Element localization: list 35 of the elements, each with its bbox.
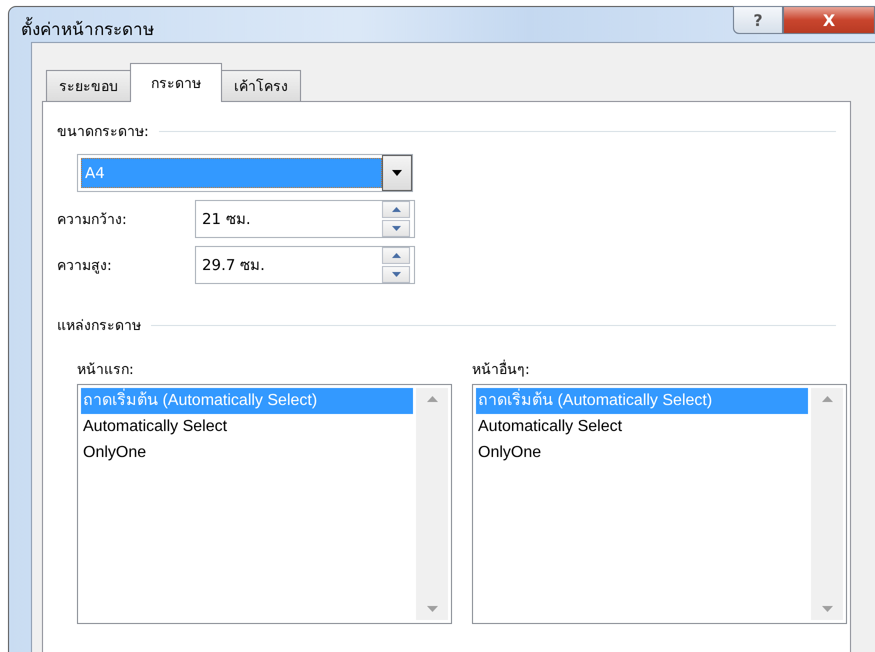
tray-list[interactable]: ถาดเริ่มต้น (Automatically Select) Automatically Select OnlyOne (472, 384, 847, 624)
tab[interactable]: เค้าโครง (221, 70, 301, 101)
list-item[interactable]: OnlyOne (476, 440, 808, 466)
list-label: หน้าแรก: (77, 361, 135, 380)
section-heading: แหล่งกระดาษ (57, 317, 141, 336)
down-arrow-icon (392, 226, 400, 231)
close-button[interactable]: X (783, 6, 875, 34)
width-field[interactable]: 21 ซม. (195, 200, 415, 238)
field-label: ความกว้าง: (57, 211, 128, 230)
spin-up-button[interactable] (382, 201, 410, 218)
window-title: ตั้งค่าหน้ากระดาษ (21, 15, 154, 42)
tab[interactable]: ระยะขอบ (46, 70, 131, 101)
scrollbar[interactable] (811, 388, 843, 620)
help-button[interactable]: ? (733, 6, 783, 34)
spin-down-button[interactable] (382, 220, 410, 237)
spin-up-button[interactable] (382, 247, 410, 264)
list-item[interactable]: Automatically Select (81, 414, 413, 440)
tray-list[interactable]: ถาดเริ่มต้น (Automatically Select) Automatically Select OnlyOne (77, 384, 452, 624)
tab[interactable]: กระดาษ (130, 63, 222, 102)
scroll-up-icon (426, 396, 438, 402)
caret-icon (392, 170, 402, 176)
scroll-up-icon (822, 396, 832, 402)
up-arrow-icon (392, 207, 400, 212)
height-field[interactable]: 29.7 ซม. (195, 246, 415, 284)
spin-down-button[interactable] (382, 266, 410, 283)
scrollbar[interactable] (416, 388, 448, 620)
section-heading: ขนาดกระดาษ: (57, 123, 149, 142)
up-arrow-icon (392, 253, 400, 258)
scroll-down-icon (822, 606, 832, 612)
down-arrow-icon (392, 272, 400, 277)
field-label: ความสูง: (57, 257, 113, 276)
list-label: หน้าอื่นๆ: (472, 358, 847, 380)
scroll-down-icon (426, 606, 438, 612)
list-item[interactable]: Automatically Select (476, 414, 808, 440)
list-item[interactable]: OnlyOne (81, 440, 413, 466)
